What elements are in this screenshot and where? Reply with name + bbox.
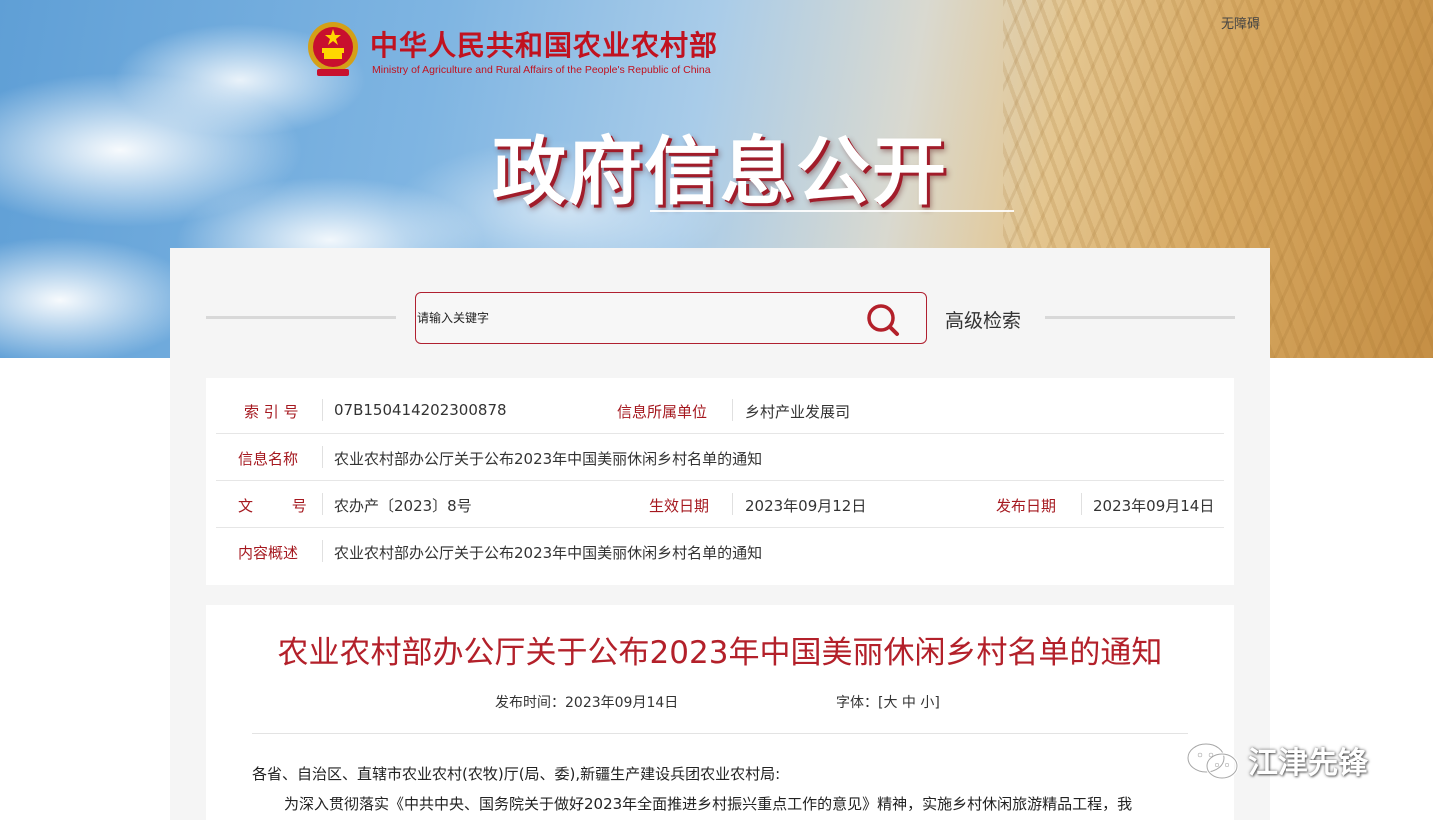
info-table: 索 引 号 07B150414202300878 信息所属单位 乡村产业发展司 … [206,378,1234,585]
info-row-docno: 文 号 农办产〔2023〕8号 生效日期 2023年09月12日 发布日期 20… [216,481,1224,528]
font-size-control: 字体：[大 中 小] [836,692,940,712]
article-title: 农业农村部办公厅关于公布2023年中国美丽休闲乡村名单的通知 [277,635,1163,671]
article: 农业农村部办公厅关于公布2023年中国美丽休闲乡村名单的通知 发布时间：2023… [206,605,1234,820]
search-divider-left [206,316,396,319]
divider [732,399,733,421]
accessibility-link[interactable]: 无障碍 [1221,13,1260,32]
divider [322,399,323,421]
publish-value: 2023年09月14日 [1093,497,1215,515]
publish-time: 发布时间：2023年09月14日 [495,692,678,712]
search-input[interactable] [417,305,847,331]
advanced-search-link[interactable]: 高级检索 [945,306,1021,333]
publish-label: 发布日期 [996,497,1057,515]
docno-value: 农办产〔2023〕8号 [334,497,472,515]
divider [322,446,323,468]
search-divider-right [1045,316,1235,319]
effective-label: 生效日期 [649,497,710,515]
watermark-text: 江津先锋 [1248,746,1368,781]
title-underline [650,210,1014,212]
publish-time-label: 发布时间： [495,695,565,711]
divider [322,540,323,562]
article-divider [252,733,1188,734]
font-small-button[interactable]: 小 [920,695,934,711]
article-salutation: 各省、自治区、直辖市农业农村(农牧)厅(局、委),新疆生产建设兵团农业农村局: [252,765,781,783]
publish-time-value: 2023年09月14日 [565,695,679,711]
docno-label: 文 号 [238,495,309,516]
divider [1081,493,1082,515]
index-value: 07B150414202300878 [334,401,507,419]
search-box [415,292,927,344]
national-emblem-icon [308,22,358,76]
article-paragraph: 为深入贯彻落实《中共中央、国务院关于做好2023年全面推进乡村振兴重点工作的意见… [284,795,1133,813]
info-row-index: 索 引 号 07B150414202300878 信息所属单位 乡村产业发展司 [216,387,1224,434]
font-size-label: 字体：[ [836,695,884,711]
font-medium-button[interactable]: 中 [902,695,916,711]
name-value: 农业农村部办公厅关于公布2023年中国美丽休闲乡村名单的通知 [334,450,763,468]
name-label: 信息名称 [238,450,299,468]
ministry-name-en[interactable]: Ministry of Agriculture and Rural Affair… [372,64,711,76]
font-large-button[interactable]: 大 [883,695,897,711]
unit-label: 信息所属单位 [617,403,708,421]
info-row-name: 信息名称 农业农村部办公厅关于公布2023年中国美丽休闲乡村名单的通知 [216,434,1224,481]
summary-label: 内容概述 [238,544,299,562]
summary-value: 农业农村部办公厅关于公布2023年中国美丽休闲乡村名单的通知 [334,544,763,562]
watermark: 江津先锋 [1184,736,1394,786]
docno-label-text: 文 号 [238,497,309,515]
wechat-icon [1186,742,1239,780]
search-icon[interactable] [864,302,904,338]
font-size-close: ] [934,695,940,711]
divider [732,493,733,515]
index-label: 索 引 号 [244,403,299,421]
divider [322,493,323,515]
unit-value: 乡村产业发展司 [745,403,851,421]
info-row-summary: 内容概述 农业农村部办公厅关于公布2023年中国美丽休闲乡村名单的通知 [216,528,1224,575]
page-title: 政府信息公开 [492,129,948,215]
ministry-name-cn[interactable]: 中华人民共和国农业农村部 [370,24,718,64]
effective-value: 2023年09月12日 [745,497,867,515]
